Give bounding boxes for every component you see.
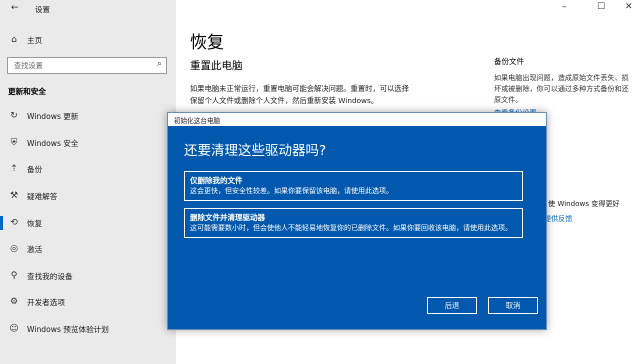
- sidebar-item-label: 恢复: [27, 218, 43, 228]
- sidebar-item-activation[interactable]: ◎ 激活: [0, 239, 176, 259]
- option-description: 这会更快，但安全性较差。如果你要保留该电脑，请使用此选项。: [190, 187, 393, 195]
- backup-heading: 备份文件: [494, 57, 524, 66]
- window-title: 设置: [35, 5, 50, 14]
- sidebar-item-recovery[interactable]: ⟲ 恢复: [0, 213, 176, 233]
- back-arrow-icon[interactable]: ←: [11, 3, 19, 13]
- dialog-title: 初始化这台电脑: [174, 117, 221, 125]
- sidebar-item-developer-options[interactable]: ⚙ 开发者选项: [0, 292, 176, 312]
- sidebar-item-windows-insider[interactable]: ☺ Windows 预览体验计划: [0, 319, 176, 339]
- option-remove-files-only[interactable]: 仅删除我的文件 这会更快，但安全性较差。如果你要保留该电脑，请使用此选项。: [184, 171, 523, 201]
- option-title: 删除文件并清理驱动器: [190, 213, 265, 222]
- close-button[interactable]: ✕: [625, 2, 633, 12]
- search-icon[interactable]: ⌕: [157, 59, 162, 69]
- cancel-button[interactable]: 取消: [488, 297, 538, 314]
- sidebar-item-label: 查找我的设备: [27, 271, 73, 281]
- sidebar-item-windows-update[interactable]: ↻ Windows 更新: [0, 106, 176, 126]
- option-description: 这可能需要数小时，但会使他人不能轻易地恢复你的已删除文件。如果你要回收该电脑，请…: [190, 224, 512, 232]
- sidebar-item-windows-security[interactable]: ⛨ Windows 安全: [0, 133, 176, 153]
- sidebar-item-label: Windows 预览体验计划: [27, 324, 109, 334]
- search-input[interactable]: 查找设置 ⌕: [7, 57, 167, 74]
- backup-description: 如果电脑出现问题，造成原始文件丢失、损坏或被删除，你可以通过多种方式备份和还原文…: [494, 73, 629, 104]
- page-title: 恢复: [190, 33, 224, 53]
- option-title: 仅删除我的文件: [190, 176, 243, 185]
- sidebar-item-label: 激活: [27, 244, 43, 254]
- windows-update-icon: ↻: [10, 111, 18, 121]
- activation-icon: ◎: [10, 244, 18, 254]
- search-placeholder: 查找设置: [14, 61, 43, 70]
- feedback-link[interactable]: 提供反馈: [544, 214, 572, 224]
- windows-insider-icon: ☺: [9, 324, 19, 334]
- minimize-button[interactable]: –: [562, 2, 567, 12]
- sidebar: ← 设置 ⌂ 主页 查找设置 ⌕ 更新和安全 ↻ Windows 更新 ⛨ Wi…: [0, 0, 176, 364]
- dialog-heading: 还要清理这些驱动器吗?: [184, 143, 327, 159]
- section-title: 重置此电脑: [190, 60, 243, 72]
- sidebar-item-label: 主页: [27, 35, 43, 45]
- sidebar-item-find-my-device[interactable]: ⚲ 查找我的设备: [0, 266, 176, 286]
- improve-windows-heading: 使 Windows 变得更好: [548, 199, 620, 208]
- sidebar-item-label: Windows 安全: [27, 138, 79, 148]
- home-icon: ⌂: [11, 35, 17, 45]
- sidebar-item-home[interactable]: ⌂ 主页: [0, 30, 176, 50]
- shield-icon: ⛨: [10, 138, 18, 148]
- wrench-icon: ⚒: [9, 191, 19, 201]
- option-clean-drive[interactable]: 删除文件并清理驱动器 这可能需要数小时，但会使他人不能轻易地恢复你的已删除文件。…: [184, 208, 523, 238]
- dialog-titlebar: 初始化这台电脑: [168, 113, 546, 126]
- sidebar-item-backup[interactable]: ⇡ 备份: [0, 159, 176, 179]
- section-heading: 更新和安全: [8, 87, 46, 96]
- reset-dialog: 初始化这台电脑 还要清理这些驱动器吗? 仅删除我的文件 这会更快，但安全性较差。…: [167, 112, 547, 330]
- sidebar-item-label: 疑难解答: [27, 191, 58, 201]
- sidebar-item-troubleshoot[interactable]: ⚒ 疑难解答: [0, 186, 176, 206]
- maximize-button[interactable]: ☐: [597, 2, 605, 12]
- backup-icon: ⇡: [10, 164, 18, 174]
- sidebar-item-label: Windows 更新: [27, 111, 79, 121]
- developer-icon: ⚙: [9, 297, 19, 307]
- sidebar-item-label: 备份: [27, 164, 43, 174]
- sidebar-item-label: 开发者选项: [27, 297, 65, 307]
- find-device-icon: ⚲: [10, 271, 18, 281]
- section-description: 如果电脑未正常运行，重置电脑可能会解决问题。重置时，可以选择保留个人文件或删除个…: [190, 84, 409, 105]
- back-button[interactable]: 后退: [427, 297, 477, 314]
- recovery-icon: ⟲: [10, 218, 18, 228]
